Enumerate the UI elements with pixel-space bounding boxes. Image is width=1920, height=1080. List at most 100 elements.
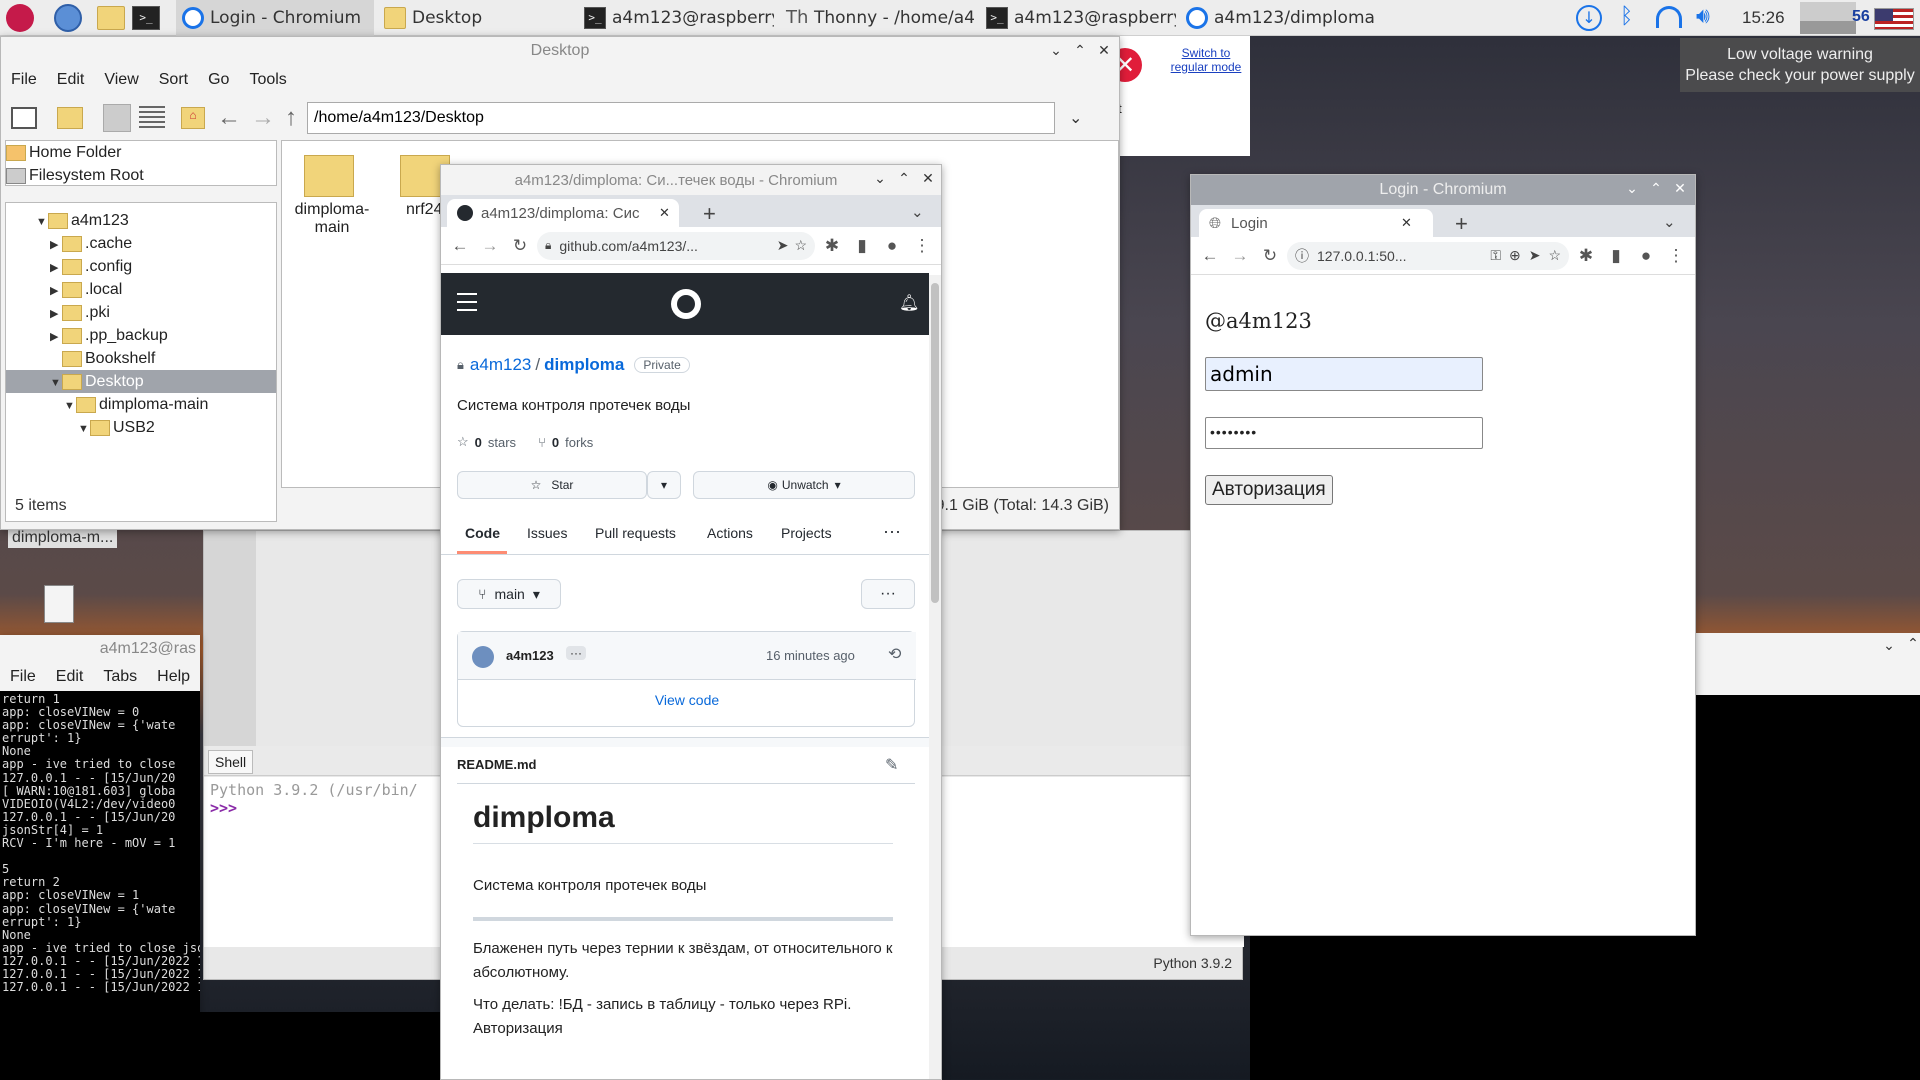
tab-issues[interactable]: Issues xyxy=(527,525,567,541)
tree-item[interactable]: ▶ .local xyxy=(6,278,276,301)
text-file-icon[interactable] xyxy=(44,585,74,623)
menu-help[interactable]: Help xyxy=(147,668,200,686)
tree-item[interactable]: ▶ .config xyxy=(6,255,276,278)
github-logo-icon[interactable] xyxy=(671,289,701,319)
commit-author[interactable]: a4m123 xyxy=(506,648,554,663)
desktop-icon-label[interactable]: dimploma-m... xyxy=(8,528,118,548)
tab-github[interactable]: a4m123/dimploma: Сис ✕ xyxy=(447,199,679,227)
close-button[interactable]: ✕ xyxy=(1095,42,1113,59)
profile-icon[interactable]: ● xyxy=(879,233,905,259)
collapse-triangle-icon[interactable]: ▼ xyxy=(50,372,62,395)
collapse-triangle-icon[interactable]: ▼ xyxy=(78,418,90,441)
history-icon[interactable]: ⟲ xyxy=(888,644,901,664)
home-icon[interactable]: ⌂ xyxy=(181,107,205,129)
scrollbar[interactable] xyxy=(929,275,941,1079)
tab-code[interactable]: Code xyxy=(465,525,500,541)
menu-file[interactable]: File xyxy=(1,71,47,89)
expand-triangle-icon[interactable]: ▶ xyxy=(50,303,62,326)
tree-item[interactable]: ▶ .pp_backup xyxy=(6,324,276,347)
send-icon[interactable]: ➤ xyxy=(1529,247,1541,264)
star-list-dropdown[interactable]: ▾ xyxy=(647,471,681,499)
taskbar-item-terminal-2[interactable]: >_a4m123@raspberryp... xyxy=(980,0,1176,36)
keyboard-layout-flag-icon[interactable] xyxy=(1874,8,1914,30)
maximize-button[interactable]: ⌃ xyxy=(1904,636,1920,652)
taskbar-item-login-chromium[interactable]: Login - Chromium xyxy=(176,0,374,36)
tree-item[interactable]: ▼ USB2 xyxy=(6,416,276,439)
extensions-icon[interactable]: ✱ xyxy=(819,233,845,259)
scrollbar-thumb[interactable] xyxy=(931,283,939,603)
more-tabs-icon[interactable]: ··· xyxy=(883,521,901,542)
repo-name-link[interactable]: dimploma xyxy=(544,355,624,375)
forward-arrow-icon[interactable]: → xyxy=(1227,243,1253,269)
zoom-icon[interactable]: ⊕ xyxy=(1509,247,1521,264)
terminal-output[interactable]: return 1 app: closeVINew = 0 app: closeVIN… xyxy=(0,691,200,1080)
submit-button[interactable]: Авторизация xyxy=(1205,475,1333,505)
tree-item[interactable]: ▼ dimploma-main xyxy=(6,393,276,416)
tree-item[interactable]: ▼ Desktop xyxy=(6,370,276,393)
minimize-button[interactable]: ⌄ xyxy=(1880,638,1898,654)
avatar[interactable] xyxy=(472,646,494,668)
maximize-button[interactable]: ⌃ xyxy=(1647,180,1665,197)
file-manager-icon[interactable] xyxy=(97,6,125,30)
password-input[interactable]: •••••••• xyxy=(1205,417,1483,449)
expand-triangle-icon[interactable]: ▶ xyxy=(50,234,62,257)
switch-mode-link[interactable]: Switch to regular mode xyxy=(1166,46,1246,74)
bookmark-star-icon[interactable]: ☆ xyxy=(1548,247,1561,264)
side-panel-icon[interactable]: ▮ xyxy=(1603,243,1629,269)
minimize-button[interactable]: ⌄ xyxy=(871,170,889,187)
path-history-chevron-icon[interactable]: ⌄ xyxy=(1069,108,1082,128)
new-folder-icon[interactable] xyxy=(57,107,83,129)
minimize-button[interactable]: ⌄ xyxy=(1623,180,1641,197)
taskbar-item-thonny[interactable]: Th Thonny - /home/a4... xyxy=(780,0,976,36)
expand-triangle-icon[interactable]: ▶ xyxy=(50,280,62,303)
close-button[interactable]: ✕ xyxy=(919,170,937,187)
menu-kebab-icon[interactable]: ⋮ xyxy=(1663,243,1689,269)
tab-close-icon[interactable]: ✕ xyxy=(1401,215,1412,231)
folder-icon[interactable] xyxy=(304,155,354,197)
tree-item[interactable]: ▶ .cache xyxy=(6,232,276,255)
menu-tabs[interactable]: Tabs xyxy=(93,668,147,686)
extensions-icon[interactable]: ✱ xyxy=(1573,243,1599,269)
notifications-bell-icon[interactable]: 🔔︎ xyxy=(899,293,919,313)
key-icon[interactable]: ⚿ xyxy=(1490,247,1501,264)
low-voltage-notification[interactable]: Low voltage warning Please check your po… xyxy=(1680,38,1920,92)
raspberry-menu-icon[interactable] xyxy=(6,4,34,32)
hamburger-menu-icon[interactable] xyxy=(457,293,477,311)
file-item-label[interactable]: dimploma- main xyxy=(282,201,382,237)
menu-go[interactable]: Go xyxy=(198,71,239,89)
repo-owner-link[interactable]: a4m123 xyxy=(470,355,531,375)
place-home-folder[interactable]: Home Folder xyxy=(6,141,276,164)
tree-item[interactable]: ▶ .pki xyxy=(6,301,276,324)
collapse-triangle-icon[interactable]: ▼ xyxy=(64,395,76,418)
minimize-button[interactable]: ⌄ xyxy=(1047,42,1065,59)
view-code-link[interactable]: View code xyxy=(458,692,916,708)
back-arrow-icon[interactable]: ← xyxy=(1197,243,1223,269)
up-arrow-icon[interactable]: ↑ xyxy=(285,104,297,132)
star-button[interactable]: ☆ Star xyxy=(457,471,647,499)
maximize-button[interactable]: ⌃ xyxy=(895,170,913,187)
new-tab-icon[interactable]: + xyxy=(1455,211,1468,237)
menu-sort[interactable]: Sort xyxy=(149,71,198,89)
list-view-icon[interactable] xyxy=(139,106,165,130)
tab-search-chevron-icon[interactable]: ⌄ xyxy=(1663,213,1676,231)
taskbar-item-github-chromium[interactable]: a4m123/dimploma: ... xyxy=(1180,0,1376,36)
address-bar[interactable]: ⓘ 127.0.0.1:50... ⚿ ⊕ ➤ ☆ xyxy=(1287,241,1569,270)
tab-actions[interactable]: Actions xyxy=(707,525,753,541)
updates-icon[interactable]: ↓ xyxy=(1576,5,1602,31)
bluetooth-icon[interactable]: ᛒ xyxy=(1620,4,1633,29)
path-input[interactable] xyxy=(307,102,1055,134)
new-window-icon[interactable] xyxy=(11,107,37,129)
tab-search-chevron-icon[interactable]: ⌄ xyxy=(911,203,924,221)
back-arrow-icon[interactable]: ← xyxy=(217,104,241,132)
reload-icon[interactable]: ↻ xyxy=(507,233,533,259)
forward-arrow-icon[interactable]: → xyxy=(251,104,275,132)
commit-expand-button[interactable]: ··· xyxy=(566,646,586,660)
side-panel-icon[interactable]: ▮ xyxy=(849,233,875,259)
forward-arrow-icon[interactable]: → xyxy=(477,233,503,259)
profile-icon[interactable]: ● xyxy=(1633,243,1659,269)
maximize-button[interactable]: ⌃ xyxy=(1071,42,1089,59)
taskbar-item-desktop[interactable]: Desktop xyxy=(378,0,568,36)
tree-item[interactable]: ▼ a4m123 xyxy=(6,209,276,232)
menu-edit[interactable]: Edit xyxy=(46,668,94,686)
tab-projects[interactable]: Projects xyxy=(781,525,832,541)
